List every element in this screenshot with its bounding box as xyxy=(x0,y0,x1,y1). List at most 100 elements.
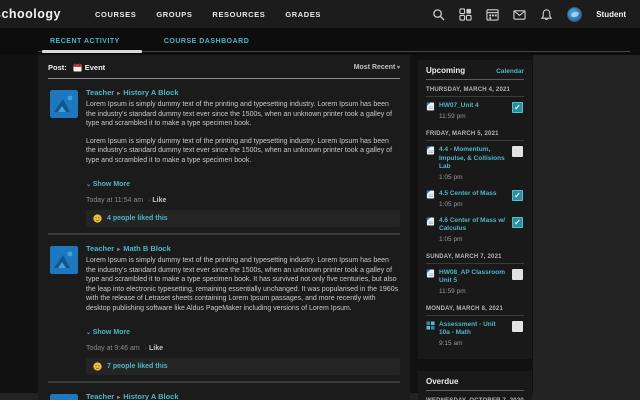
breadcrumb-arrow-icon: ▸ xyxy=(117,91,120,97)
item-due-time: 1:05 pm xyxy=(439,236,524,243)
course-avatar-icon[interactable] xyxy=(50,246,78,274)
nav-item-grades[interactable]: GRADES xyxy=(285,10,321,19)
post-course-link[interactable]: Math B Block xyxy=(123,244,171,253)
liked-by-row[interactable]: 7 people liked this xyxy=(86,358,400,375)
search-icon[interactable] xyxy=(432,8,445,21)
show-more-link[interactable]: Show More xyxy=(86,329,130,336)
completion-checkbox[interactable] xyxy=(512,269,523,280)
post-header: Teacher▸History A Block xyxy=(86,88,400,97)
navbar-right: Student xyxy=(432,7,640,22)
post-author-link[interactable]: Teacher xyxy=(86,244,114,253)
post-author-link[interactable]: Teacher xyxy=(86,392,114,400)
feed-filter-bar: Post: Event Most Recent xyxy=(48,63,400,79)
item-title-link[interactable]: Assessment - Unit 10a - Math xyxy=(439,321,508,338)
post-paragraph: Lorem Ipsum is simply dummy text of the … xyxy=(86,100,400,129)
smiley-icon xyxy=(93,214,102,223)
completion-checkbox[interactable] xyxy=(512,146,523,157)
upcoming-item: 4.6 Center of Mass w/ Calculus 1:05 pm xyxy=(426,212,524,243)
course-avatar-icon[interactable] xyxy=(50,90,78,118)
upcoming-item: 4.4 - Momentum, Impulse, & Collisions La… xyxy=(426,141,524,181)
post-type-event[interactable]: Event xyxy=(85,63,105,72)
liked-by-row[interactable]: 4 people liked this xyxy=(86,210,400,227)
assignment-icon xyxy=(426,146,435,155)
upcoming-item: Assessment - Unit 10a - Math 9:15 am xyxy=(426,316,524,347)
course-avatar-icon[interactable] xyxy=(50,394,78,400)
item-title-link[interactable]: 4.4 - Momentum, Impulse, & Collisions La… xyxy=(439,146,508,172)
item-due-time: 9:15 am xyxy=(439,340,524,347)
nav-item-resources[interactable]: RESOURCES xyxy=(212,10,265,19)
breadcrumb-arrow-icon: ▸ xyxy=(117,395,120,400)
date-header: THURSDAY, MARCH 4, 2021 xyxy=(426,80,524,97)
date-header: MONDAY, MARCH 8, 2021 xyxy=(426,299,524,316)
date-group: MONDAY, MARCH 8, 2021 Assessment - Unit … xyxy=(426,299,524,347)
post-header: Teacher▸History A Block xyxy=(86,392,400,400)
post-paragraph: Lorem Ipsum is simply dummy text of the … xyxy=(86,256,400,313)
liked-count-text: 4 people liked this xyxy=(107,215,168,222)
tab-bar: RECENT ACTIVITY COURSE DASHBOARD xyxy=(0,28,640,55)
date-group: FRIDAY, MARCH 5, 2021 4.4 - Momentum, Im… xyxy=(426,124,524,243)
post-course-link[interactable]: History A Block xyxy=(123,88,178,97)
upcoming-item: HW08_AP Classroom Unit 5 11:59 pm xyxy=(426,264,524,295)
overdue-panel: Overdue WEDNESDAY, OCTOBER 7, 2020 0.4 T… xyxy=(418,371,532,400)
calendar-link[interactable]: Calendar xyxy=(496,68,524,75)
schoology-logo[interactable]: schoology xyxy=(0,7,61,21)
tab-course-dashboard[interactable]: COURSE DASHBOARD xyxy=(162,28,263,52)
right-sidebar: Upcoming Calendar THURSDAY, MARCH 4, 202… xyxy=(418,60,532,400)
messages-icon[interactable] xyxy=(513,8,526,21)
item-title-link[interactable]: HW07_Unit 4 xyxy=(439,102,479,111)
show-more-link[interactable]: Show More xyxy=(86,181,130,188)
upcoming-title: Upcoming xyxy=(426,66,465,75)
feed-post: Teacher▸History A Block Lorem Ipsum is s… xyxy=(48,79,400,233)
item-title-link[interactable]: 4.5 Center of Mass xyxy=(439,190,496,199)
calendar-icon[interactable] xyxy=(486,8,499,21)
tab-recent-activity[interactable]: RECENT ACTIVITY xyxy=(48,28,134,52)
post-filter-label: Post: xyxy=(48,63,67,72)
completion-checkbox[interactable] xyxy=(512,102,523,113)
assignment-icon xyxy=(426,217,435,226)
assignment-icon xyxy=(426,190,435,199)
date-header: FRIDAY, MARCH 5, 2021 xyxy=(426,124,524,141)
item-title-link[interactable]: 4.6 Center of Mass w/ Calculus xyxy=(439,217,508,234)
date-group: THURSDAY, MARCH 4, 2021 HW07_Unit 4 11:5… xyxy=(426,80,524,120)
completion-checkbox[interactable] xyxy=(512,190,523,201)
date-header: WEDNESDAY, OCTOBER 7, 2020 xyxy=(426,391,524,400)
upcoming-panel: Upcoming Calendar THURSDAY, MARCH 4, 202… xyxy=(418,60,532,359)
post-meta: Today at 9:46 am Like xyxy=(86,345,400,352)
item-due-time: 11:59 pm xyxy=(439,113,524,120)
date-header: SUNDAY, MARCH 7, 2021 xyxy=(426,247,524,264)
nav-item-courses[interactable]: COURSES xyxy=(95,10,136,19)
sort-dropdown[interactable]: Most Recent xyxy=(354,64,400,71)
post-author-link[interactable]: Teacher xyxy=(86,88,114,97)
date-group: WEDNESDAY, OCTOBER 7, 2020 0.4 Three-Min… xyxy=(426,391,524,400)
post-timestamp: Today at 9:46 am xyxy=(86,345,140,352)
post-timestamp: Today at 11:54 am xyxy=(86,197,143,204)
breadcrumb-arrow-icon: ▸ xyxy=(117,247,120,253)
post-header: Teacher▸Math B Block xyxy=(86,244,400,253)
activity-feed: Post: Event Most Recent Teacher▸History … xyxy=(38,55,410,400)
date-group: SUNDAY, MARCH 7, 2021 HW08_AP Classroom … xyxy=(426,247,524,295)
nav-item-groups[interactable]: GROUPS xyxy=(156,10,192,19)
user-name[interactable]: Student xyxy=(596,10,626,19)
completion-checkbox[interactable] xyxy=(512,217,523,228)
user-avatar[interactable] xyxy=(567,7,582,22)
item-due-time: 11:59 pm xyxy=(439,288,524,295)
post-paragraph: Lorem Ipsum is simply dummy text of the … xyxy=(86,137,400,166)
assignment-icon xyxy=(426,102,435,111)
smiley-icon xyxy=(93,362,102,371)
apps-grid-icon[interactable] xyxy=(459,8,472,21)
assignment-icon xyxy=(426,269,435,278)
notifications-bell-icon[interactable] xyxy=(540,8,553,21)
completion-checkbox[interactable] xyxy=(512,321,523,332)
post-course-link[interactable]: History A Block xyxy=(123,392,178,400)
page-background-right xyxy=(533,55,640,393)
like-button[interactable]: Like xyxy=(148,197,166,204)
main-nav: COURSES GROUPS RESOURCES GRADES xyxy=(75,10,321,19)
upcoming-item: 4.5 Center of Mass 1:05 pm xyxy=(426,185,524,208)
feed-post: Teacher▸Math B Block Lorem Ipsum is simp… xyxy=(48,233,400,381)
item-title-link[interactable]: HW08_AP Classroom Unit 5 xyxy=(439,269,508,286)
feed-post: Teacher▸History A Block Lorem Ipsum is s… xyxy=(48,381,400,400)
like-button[interactable]: Like xyxy=(145,345,163,352)
liked-count-text: 7 people liked this xyxy=(107,363,168,370)
top-navbar: schoology COURSES GROUPS RESOURCES GRADE… xyxy=(0,0,640,28)
upcoming-item: HW07_Unit 4 11:59 pm xyxy=(426,97,524,120)
